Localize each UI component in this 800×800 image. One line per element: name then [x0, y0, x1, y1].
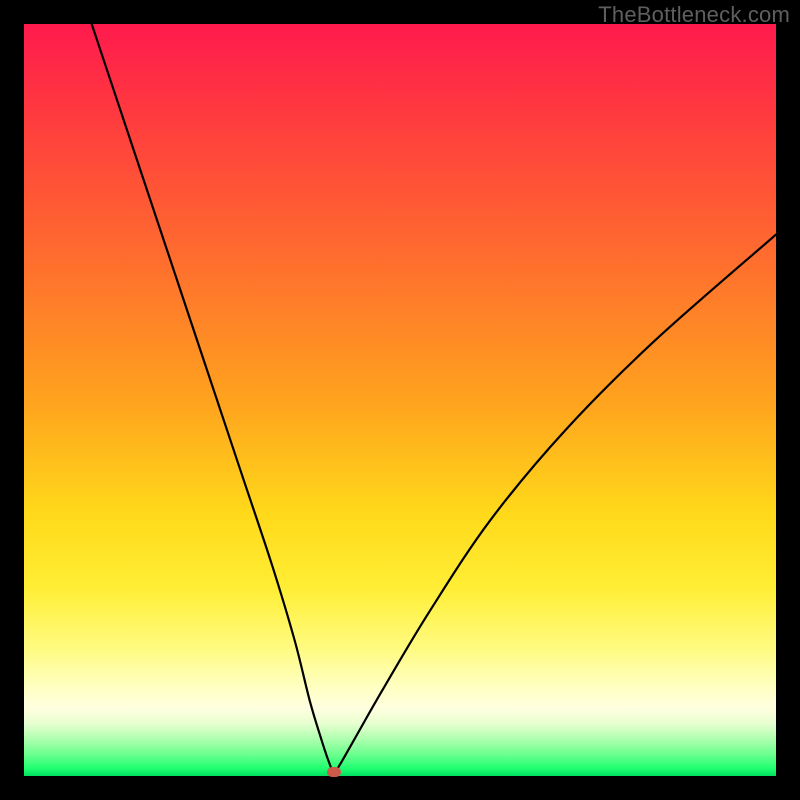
chart-plot-area: [24, 24, 776, 776]
watermark-text: TheBottleneck.com: [598, 2, 790, 28]
minimum-marker: [327, 767, 341, 777]
bottleneck-curve: [24, 24, 776, 776]
